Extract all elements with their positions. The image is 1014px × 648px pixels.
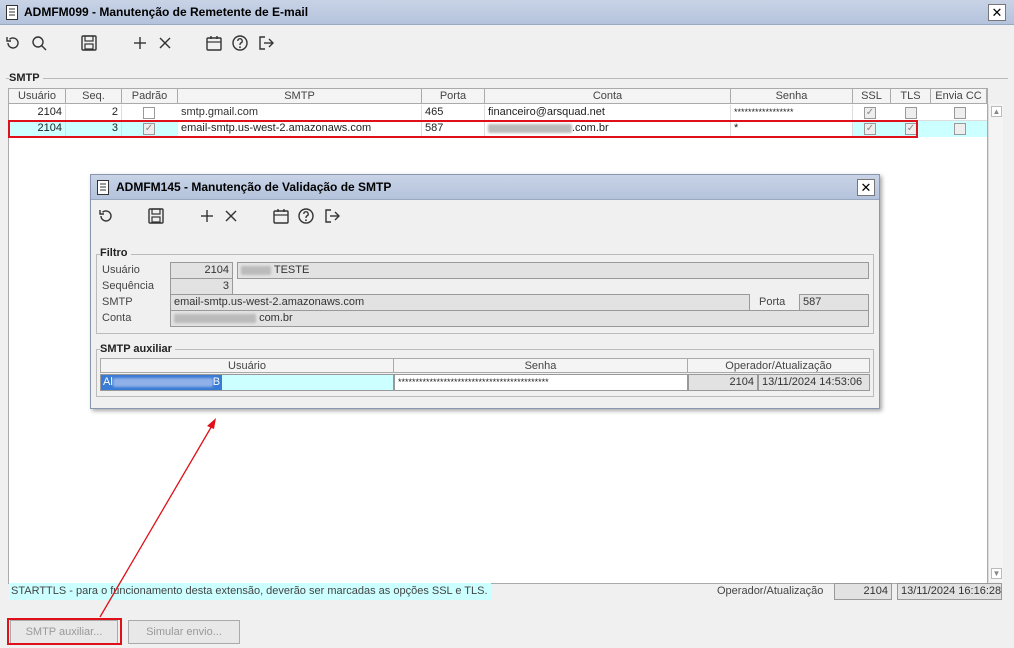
redacted-text: [241, 265, 271, 275]
smtp-label: SMTP: [102, 296, 133, 308]
redacted-text: [112, 377, 213, 387]
ssl-checkbox[interactable]: ✓: [864, 107, 876, 119]
scroll-down-icon[interactable]: ▼: [991, 568, 1002, 579]
simular-envio-button[interactable]: Simular envio...: [128, 620, 240, 644]
aux-operador-code: 2104: [688, 374, 758, 391]
delete-icon[interactable]: [222, 207, 240, 225]
cell-porta: 587: [422, 121, 485, 137]
calendar-icon[interactable]: [205, 34, 223, 52]
operador-code-field: 2104: [834, 583, 892, 600]
col-header-senha[interactable]: Senha: [731, 89, 853, 104]
conta-suffix: .com.br: [572, 122, 609, 134]
smtp-field: email-smtp.us-west-2.amazonaws.com: [170, 294, 750, 311]
aux-col-header-operador[interactable]: Operador/Atualização: [688, 358, 870, 373]
add-icon[interactable]: [198, 207, 216, 225]
search-icon[interactable]: [30, 34, 48, 52]
tls-checkbox[interactable]: [905, 107, 917, 119]
operador-datetime-field: 13/11/2024 16:16:28: [897, 583, 1002, 600]
porta-label: Porta: [759, 296, 786, 308]
conta-label: Conta: [102, 312, 132, 324]
aux-col-header-usuario[interactable]: Usuário: [100, 358, 394, 373]
add-icon[interactable]: [131, 34, 149, 52]
starttls-hint: STARTTLS - para o funcionamento desta ex…: [9, 583, 491, 600]
tls-checkbox[interactable]: ✓: [905, 123, 917, 135]
redacted-text: [488, 123, 572, 133]
aux-operador-datetime: 13/11/2024 14:53:06: [758, 374, 870, 391]
table-row[interactable]: 2104 2 smtp.gmail.com 465 financeiro@ars…: [9, 105, 987, 121]
title-bar: ADMFM099 - Manutenção de Remetente de E-…: [0, 0, 1014, 25]
aux-col-header-senha[interactable]: Senha: [394, 358, 688, 373]
delete-icon[interactable]: [156, 34, 174, 52]
save-icon[interactable]: [147, 207, 165, 225]
refresh-icon[interactable]: [4, 34, 22, 52]
col-header-tls[interactable]: TLS: [891, 89, 931, 104]
toolbar: [0, 28, 1014, 58]
aux-senha-field[interactable]: ****************************************…: [394, 374, 688, 391]
col-header-seq[interactable]: Seq.: [66, 89, 122, 104]
close-button[interactable]: ✕: [988, 4, 1006, 21]
col-header-smtp[interactable]: SMTP: [178, 89, 422, 104]
col-header-envia-cc[interactable]: Envia CC: [931, 89, 987, 104]
dialog-title: ADMFM145 - Manutenção de Validação de SM…: [116, 180, 392, 194]
aux-usuario-suffix: B: [212, 376, 221, 388]
col-header-usuario[interactable]: Usuário: [9, 89, 66, 104]
smtp-auxiliar-button[interactable]: SMTP auxiliar...: [10, 620, 118, 644]
dialog-title-bar: ADMFM145 - Manutenção de Validação de SM…: [91, 175, 879, 200]
save-icon[interactable]: [80, 34, 98, 52]
scroll-up-icon[interactable]: ▲: [991, 106, 1002, 117]
help-icon[interactable]: [297, 207, 315, 225]
smtp-group-label: SMTP: [9, 72, 43, 84]
redacted-text: [174, 313, 256, 323]
refresh-icon[interactable]: [97, 207, 115, 225]
smtp-group-border: [6, 78, 1008, 79]
smtp-validation-dialog: ADMFM145 - Manutenção de Validação de SM…: [90, 174, 880, 409]
cell-conta: .com.br: [485, 121, 731, 137]
cell-smtp: email-smtp.us-west-2.amazonaws.com: [178, 121, 422, 137]
col-header-porta[interactable]: Porta: [422, 89, 485, 104]
usuario-label: Usuário: [102, 264, 140, 276]
envia-cc-checkbox[interactable]: [954, 107, 966, 119]
usuario-name-suffix: TESTE: [273, 264, 310, 276]
aux-usuario-prefix: Al: [103, 376, 113, 388]
cell-porta: 465: [422, 105, 485, 121]
padrao-checkbox[interactable]: ✓: [143, 123, 155, 135]
help-icon[interactable]: [231, 34, 249, 52]
porta-field: 587: [799, 294, 869, 311]
exit-icon[interactable]: [257, 34, 275, 52]
sequencia-label: Sequência: [102, 280, 154, 292]
aux-usuario-field[interactable]: Al B: [100, 374, 394, 391]
col-header-padrao[interactable]: Padrão: [122, 89, 178, 104]
exit-icon[interactable]: [323, 207, 341, 225]
cell-seq: 3: [66, 121, 122, 137]
cell-senha: *****************: [731, 105, 853, 121]
document-icon: [97, 180, 109, 195]
filtro-label: Filtro: [100, 247, 131, 259]
vertical-scrollbar[interactable]: ▲ ▼: [988, 104, 1003, 582]
ssl-checkbox[interactable]: ✓: [864, 123, 876, 135]
conta-suffix: com.br: [259, 312, 293, 324]
sequencia-field: 3: [170, 278, 233, 295]
cell-senha: *: [731, 121, 853, 137]
cell-usuario: 2104: [9, 105, 66, 121]
smtp-auxiliar-label: SMTP auxiliar: [100, 343, 175, 355]
cell-seq: 2: [66, 105, 122, 121]
calendar-icon[interactable]: [272, 207, 290, 225]
usuario-name-field: TESTE: [237, 262, 869, 279]
dialog-close-button[interactable]: ✕: [857, 179, 875, 196]
padrao-checkbox[interactable]: [143, 107, 155, 119]
conta-field: com.br: [170, 310, 869, 327]
col-header-conta[interactable]: Conta: [485, 89, 731, 104]
window-title: ADMFM099 - Manutenção de Remetente de E-…: [24, 5, 309, 19]
document-icon: [6, 5, 18, 20]
aux-table-row[interactable]: Al B ************************************…: [100, 374, 870, 391]
cell-conta: financeiro@arsquad.net: [485, 105, 731, 121]
table-row-selected[interactable]: 2104 3 ✓ email-smtp.us-west-2.amazonaws.…: [9, 121, 987, 137]
envia-cc-checkbox[interactable]: [954, 123, 966, 135]
col-header-ssl[interactable]: SSL: [853, 89, 891, 104]
operador-label: Operador/Atualização: [717, 585, 824, 597]
cell-usuario: 2104: [9, 121, 66, 137]
aux-usuario-selection: Al B: [101, 375, 223, 390]
cell-smtp: smtp.gmail.com: [178, 105, 422, 121]
usuario-code-field: 2104: [170, 262, 233, 279]
